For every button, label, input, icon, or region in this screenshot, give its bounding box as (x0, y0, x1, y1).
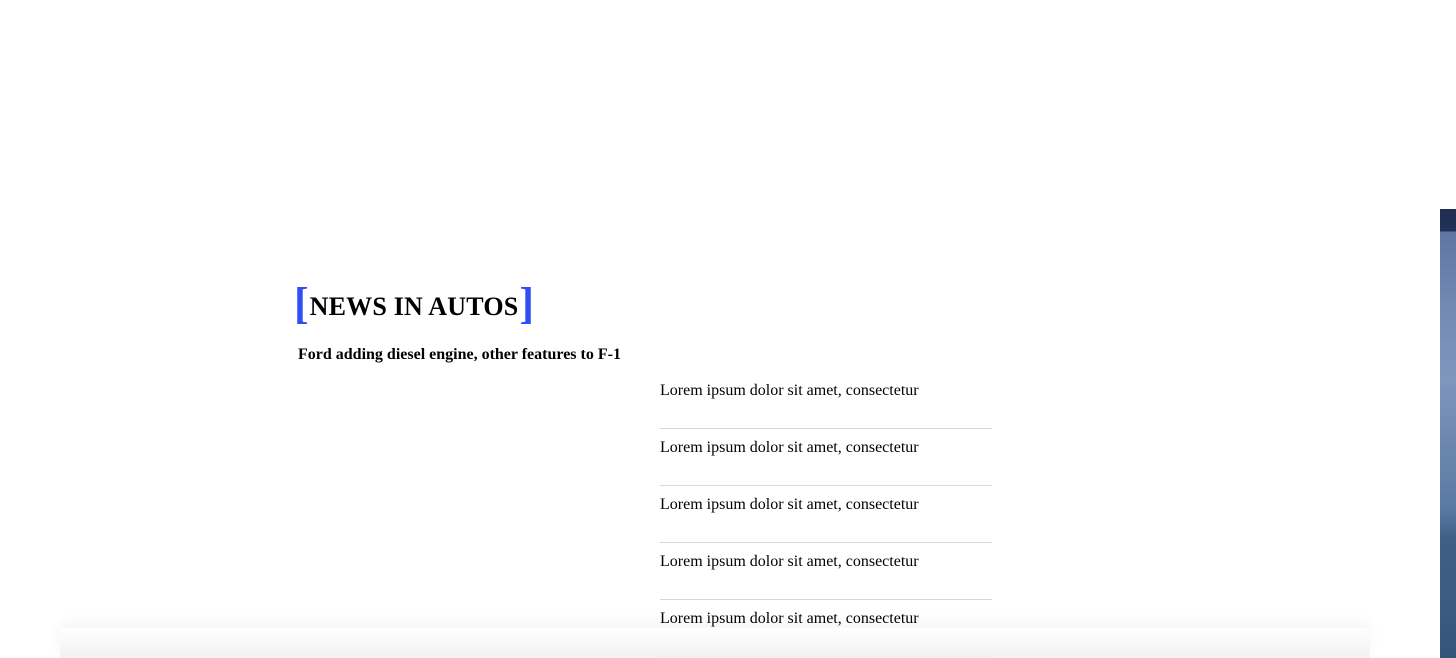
heading-bracket-open: [ (294, 279, 309, 328)
story-link[interactable]: Lorem ipsum dolor sit amet, consectetur (660, 429, 992, 466)
story-link[interactable]: Lorem ipsum dolor sit amet, consectetur (660, 372, 992, 409)
bottom-bar-shadow (60, 628, 1370, 658)
section-title: NEWS IN AUTOS (309, 292, 519, 321)
section-heading: [ NEWS IN AUTOS ] (294, 282, 994, 326)
heading-bracket-close: ] (519, 279, 535, 328)
list-item: Lorem ipsum dolor sit amet, consectetur (660, 429, 992, 486)
news-in-autos-section: [ NEWS IN AUTOS ] Ford adding diesel eng… (294, 282, 994, 657)
list-item: Lorem ipsum dolor sit amet, consectetur (660, 543, 992, 600)
lead-story-headline[interactable]: Ford adding diesel engine, other feature… (298, 345, 621, 365)
list-item: Lorem ipsum dolor sit amet, consectetur (660, 486, 992, 543)
page: [ NEWS IN AUTOS ] Ford adding diesel eng… (0, 0, 1456, 658)
story-link[interactable]: Lorem ipsum dolor sit amet, consectetur (660, 486, 992, 523)
story-list: Lorem ipsum dolor sit amet, consectetur … (660, 372, 992, 657)
sky-sea-image (1440, 209, 1456, 658)
story-link[interactable]: Lorem ipsum dolor sit amet, consectetur (660, 543, 992, 580)
list-item: Lorem ipsum dolor sit amet, consectetur (660, 372, 992, 429)
